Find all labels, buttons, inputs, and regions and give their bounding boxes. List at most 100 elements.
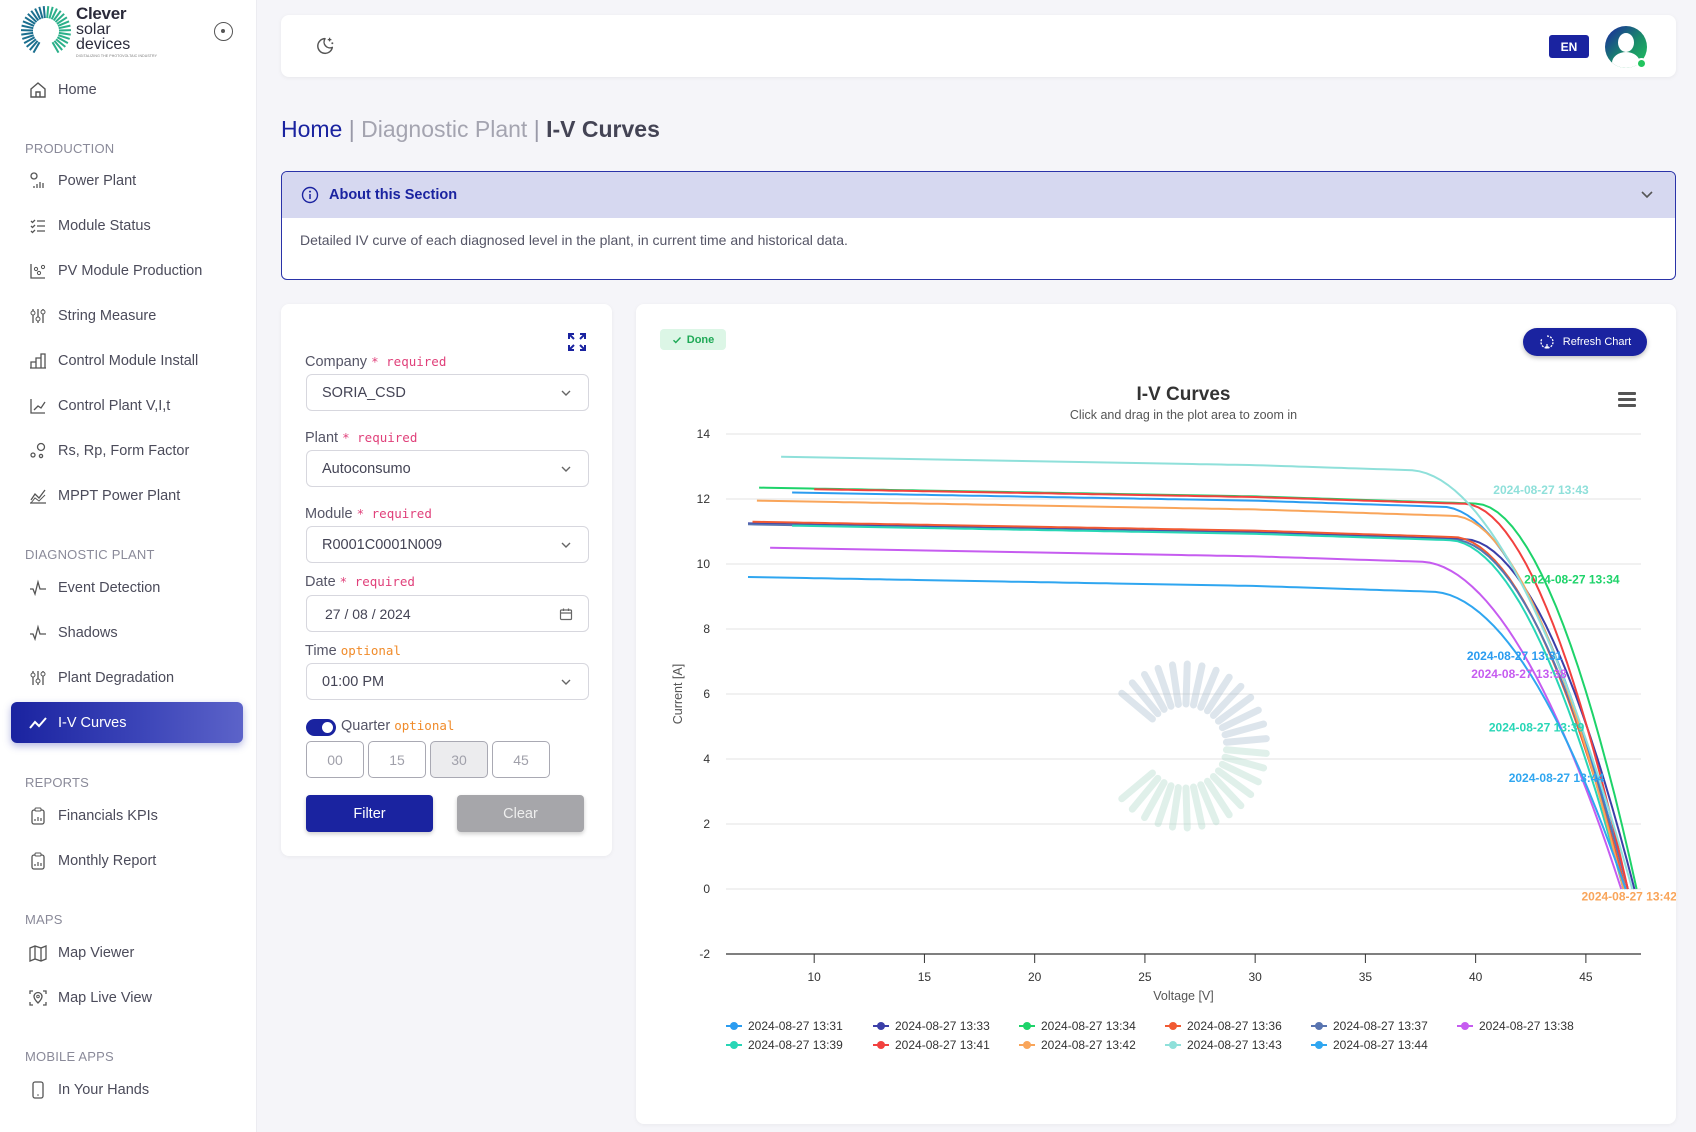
sidebar-item-shadows[interactable]: Shadows xyxy=(11,612,243,653)
legend-item[interactable]: 2024-08-27 13:44 xyxy=(1311,1038,1428,1052)
sidebar-item-map-viewer[interactable]: Map Viewer xyxy=(11,932,243,973)
language-button[interactable]: EN xyxy=(1549,35,1589,58)
financials-kpis-icon xyxy=(28,806,48,826)
legend-marker xyxy=(1315,1022,1323,1030)
logo-ray xyxy=(42,6,46,19)
sidebar-item-label: Plant Degradation xyxy=(58,669,175,686)
legend-item[interactable]: 2024-08-27 13:43 xyxy=(1165,1038,1282,1052)
sidebar-item-home[interactable]: Home xyxy=(11,69,243,110)
x-tick-label: 45 xyxy=(1579,970,1593,984)
quarter-option-15[interactable]: 15 xyxy=(368,741,426,778)
pin-sidebar-button[interactable] xyxy=(214,22,233,41)
plant-select[interactable]: Autoconsumo xyxy=(306,450,589,487)
legend-item[interactable]: 2024-08-27 13:36 xyxy=(1165,1019,1282,1033)
legend-marker xyxy=(1023,1041,1031,1049)
legend-item[interactable]: 2024-08-27 13:37 xyxy=(1311,1019,1428,1033)
legend-marker xyxy=(877,1041,885,1049)
in-your-hands-icon xyxy=(28,1080,48,1100)
brand-line3: devices xyxy=(76,36,131,53)
sidebar-item-pv-module-production[interactable]: PV Module Production xyxy=(11,250,243,291)
legend-label: 2024-08-27 13:43 xyxy=(1187,1038,1282,1052)
company-select[interactable]: SORIA_CSD xyxy=(306,374,589,411)
brand-logo[interactable]: Clever solar devices DIGITALIZING THE PH… xyxy=(20,4,170,60)
series-line[interactable] xyxy=(770,546,1623,890)
legend-item[interactable]: 2024-08-27 13:42 xyxy=(1019,1038,1136,1052)
y-axis-label: Current [A] xyxy=(671,664,685,724)
sidebar-item-label: MPPT Power Plant xyxy=(58,487,181,504)
sidebar-item-string-measure[interactable]: String Measure xyxy=(11,295,243,336)
sidebar-item-label: Control Module Install xyxy=(58,352,199,369)
date-input[interactable]: 27 / 08 / 2024 xyxy=(306,595,589,632)
sidebar-item-plant-degradation[interactable]: Plant Degradation xyxy=(11,657,243,698)
sidebar-item-label: PV Module Production xyxy=(58,262,203,279)
sidebar-item-mppt-power-plant[interactable]: MPPT Power Plant xyxy=(11,475,243,516)
sidebar-item-financials-kpis[interactable]: Financials KPIs xyxy=(11,795,243,836)
sidebar-item-power-plant[interactable]: Power Plant xyxy=(11,160,243,201)
sidebar-item-label: Map Viewer xyxy=(58,944,135,961)
expand-icon[interactable] xyxy=(567,332,587,352)
sidebar-item-control-plant-v-i-t[interactable]: Control Plant V,I,t xyxy=(11,385,243,426)
legend-item[interactable]: 2024-08-27 13:31 xyxy=(726,1019,843,1033)
legend-item[interactable]: 2024-08-27 13:38 xyxy=(1457,1019,1574,1033)
series-data-label: 2024-08-27 13:31 xyxy=(1467,649,1563,663)
sidebar-item-label: Shadows xyxy=(58,624,118,641)
legend-marker xyxy=(877,1022,885,1030)
quarter-label: Quarter optional xyxy=(341,718,455,734)
legend-marker xyxy=(730,1022,738,1030)
filter-button[interactable]: Filter xyxy=(306,795,433,832)
sidebar-item-monthly-report[interactable]: Monthly Report xyxy=(11,840,243,881)
series-data-label: 2024-08-27 13:42 xyxy=(1581,889,1676,903)
sidebar-item-i-v-curves[interactable]: I-V Curves xyxy=(11,702,243,743)
legend-marker xyxy=(1315,1041,1323,1049)
mppt-power-plant-icon xyxy=(28,486,48,506)
sidebar-item-map-live-view[interactable]: Map Live View xyxy=(11,977,243,1018)
x-tick-label: 40 xyxy=(1469,970,1483,984)
loading-spinner-watermark xyxy=(1118,660,1270,832)
module-select[interactable]: R0001C0001N009 xyxy=(306,526,589,563)
legend-item[interactable]: 2024-08-27 13:34 xyxy=(1019,1019,1136,1033)
sidebar-item-rs-rp-form-factor[interactable]: Rs, Rp, Form Factor xyxy=(11,430,243,471)
legend-item[interactable]: 2024-08-27 13:39 xyxy=(726,1038,843,1052)
quarter-option-45[interactable]: 45 xyxy=(492,741,550,778)
legend-item[interactable]: 2024-08-27 13:41 xyxy=(873,1038,990,1052)
sidebar-item-label: Event Detection xyxy=(58,579,161,596)
breadcrumb: Home | Diagnostic Plant | I-V Curves xyxy=(281,116,660,143)
sidebar-item-in-your-hands[interactable]: In Your Hands xyxy=(11,1069,243,1110)
legend-label: 2024-08-27 13:38 xyxy=(1479,1019,1574,1033)
about-section-panel: About this Section Detailed IV curve of … xyxy=(281,171,1676,280)
sidebar-item-event-detection[interactable]: Event Detection xyxy=(11,567,243,608)
about-section-header[interactable]: About this Section xyxy=(282,172,1675,218)
chevron-down-icon xyxy=(561,542,571,548)
x-tick-label: 30 xyxy=(1248,970,1262,984)
breadcrumb-separator: | xyxy=(533,116,540,142)
chevron-down-icon xyxy=(561,390,571,396)
iv-curves-chart[interactable]: I-V Curves Click and drag in the plot are… xyxy=(636,304,1676,1124)
sidebar-item-label: Map Live View xyxy=(58,989,153,1006)
calendar-icon[interactable] xyxy=(559,607,573,621)
legend-label: 2024-08-27 13:36 xyxy=(1187,1019,1282,1033)
time-label: Time optional xyxy=(305,643,401,659)
sidebar-item-label: In Your Hands xyxy=(58,1081,150,1098)
chart-panel: Done Refresh Chart I-V Curves Click and d… xyxy=(636,304,1676,1124)
series-data-label: 2024-08-27 13:44 xyxy=(1509,771,1605,785)
pv-module-production-icon xyxy=(28,261,48,281)
sidebar-item-control-module-install[interactable]: Control Module Install xyxy=(11,340,243,381)
chevron-down-icon xyxy=(561,466,571,472)
time-select[interactable]: 01:00 PM xyxy=(306,663,589,700)
quarter-option-00[interactable]: 00 xyxy=(306,741,364,778)
control-module-install-icon xyxy=(28,351,48,371)
legend-label: 2024-08-27 13:34 xyxy=(1041,1019,1136,1033)
clear-button[interactable]: Clear xyxy=(457,795,584,832)
y-tick-label: 14 xyxy=(697,427,711,441)
breadcrumb-home[interactable]: Home xyxy=(281,116,342,142)
y-tick-label: 10 xyxy=(697,557,711,571)
sidebar-item-module-status[interactable]: Module Status xyxy=(11,205,243,246)
quarter-toggle[interactable] xyxy=(306,719,336,736)
chevron-down-icon[interactable] xyxy=(1639,186,1655,202)
logo-ray xyxy=(58,31,71,36)
dark-mode-toggle-icon[interactable] xyxy=(314,35,336,57)
quarter-option-30[interactable]: 30 xyxy=(430,741,488,778)
sidebar-item-label: Monthly Report xyxy=(58,852,157,869)
breadcrumb-separator: | xyxy=(348,116,355,142)
legend-item[interactable]: 2024-08-27 13:33 xyxy=(873,1019,990,1033)
